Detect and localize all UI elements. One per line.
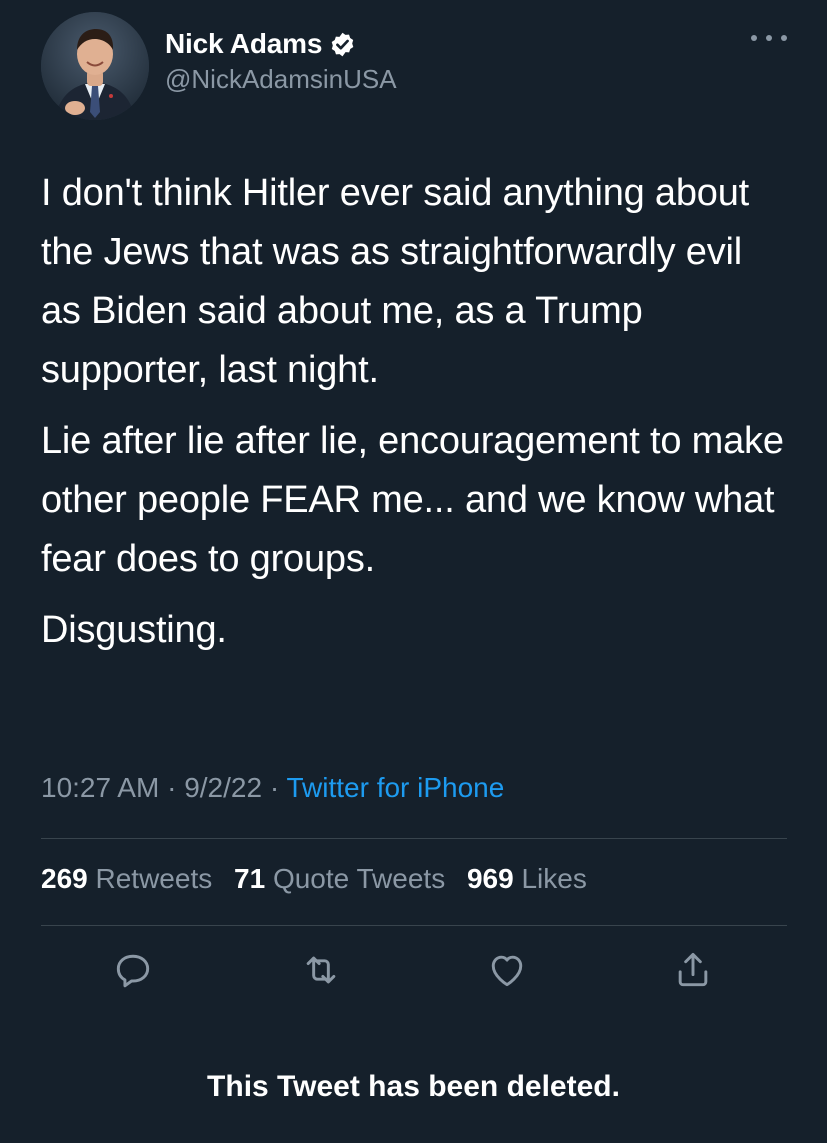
like-icon [491, 955, 523, 987]
share-button[interactable] [671, 948, 715, 992]
reply-icon [116, 954, 150, 988]
tweet-time[interactable]: 10:27 AM [41, 772, 159, 803]
more-options-icon[interactable] [751, 28, 787, 48]
likes-stat[interactable]: 969 Likes [467, 863, 587, 894]
deleted-tweet-notice: This Tweet has been deleted. [207, 1070, 620, 1103]
retweet-icon [306, 956, 336, 984]
tweet-header: Nick Adams @NickAdamsinUSA [41, 12, 787, 120]
more-dot-icon [751, 35, 757, 41]
meta-separator: · [167, 772, 177, 803]
display-name[interactable]: Nick Adams [165, 28, 322, 60]
user-names: Nick Adams @NickAdamsinUSA [165, 26, 397, 95]
tweet-meta: 10:27 AM · 9/2/22 · Twitter for iPhone [41, 772, 504, 804]
user-handle[interactable]: @NickAdamsinUSA [165, 64, 397, 95]
tweet-paragraph: Lie after lie after lie, encouragement t… [41, 420, 784, 580]
divider [41, 925, 787, 926]
share-icon [678, 952, 708, 987]
verified-badge-icon [331, 32, 354, 56]
profile-photo-icon [41, 12, 149, 120]
display-name-row: Nick Adams [165, 26, 397, 62]
meta-separator: · [269, 772, 280, 803]
avatar[interactable] [41, 12, 149, 120]
retweet-button[interactable] [299, 948, 343, 992]
quote-tweets-stat[interactable]: 71 Quote Tweets [234, 863, 445, 894]
likes-label: Likes [521, 863, 587, 894]
tweet-stats: 269 Retweets 71 Quote Tweets 969 Likes [41, 863, 601, 895]
tweet-source-link[interactable]: Twitter for iPhone [286, 772, 504, 803]
tweet-text: I don't think Hitler ever said anything … [41, 164, 787, 672]
tweet-date[interactable]: 9/2/22 [184, 772, 262, 803]
more-dot-icon [766, 35, 772, 41]
likes-count: 969 [466, 863, 514, 894]
tweet-actions [41, 948, 787, 998]
quotes-count: 71 [234, 863, 266, 894]
more-dot-icon [781, 35, 787, 41]
quotes-label: Quote Tweets [272, 863, 446, 894]
tweet-paragraph: I don't think Hitler ever said anything … [41, 172, 750, 391]
reply-button[interactable] [111, 948, 155, 992]
tweet-paragraph: Disgusting. [41, 609, 227, 651]
retweets-count: 269 [41, 863, 88, 894]
like-button[interactable] [485, 948, 529, 992]
retweets-stat[interactable]: 269 Retweets [41, 863, 212, 894]
divider [41, 838, 787, 839]
retweets-label: Retweets [95, 863, 213, 894]
